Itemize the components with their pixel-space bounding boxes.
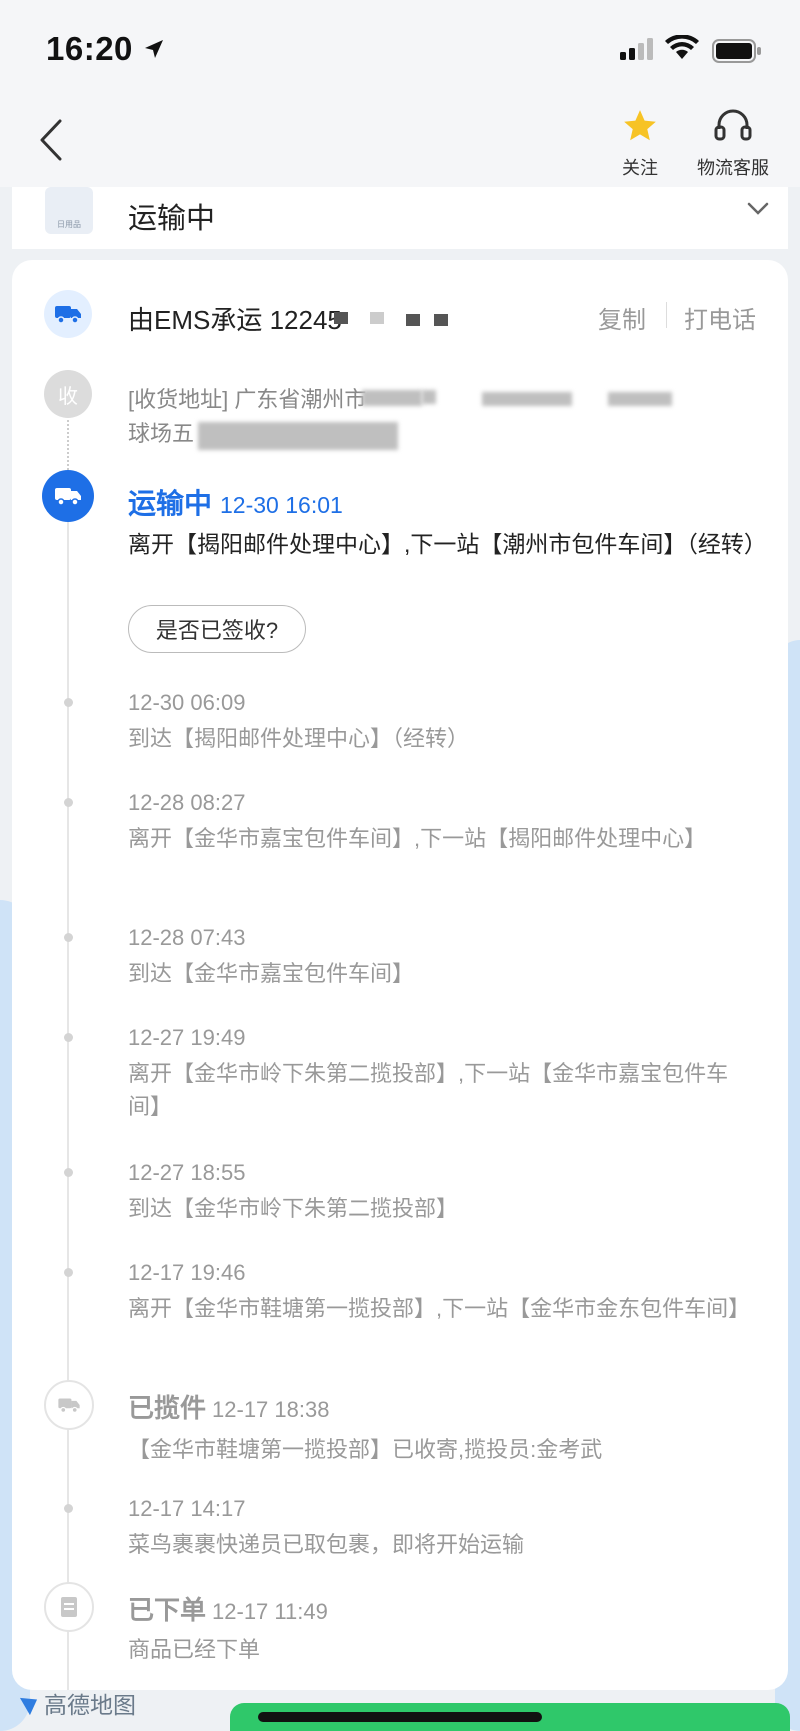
event-time: 12-28 08:27 [128,790,246,815]
tracking-card: 由EMS承运 12245 复制 打电话 收 [收货地址] 广东省潮州市 球场五 … [12,260,788,1690]
event-desc: 离开【金华市嘉宝包件车间】,下一站【揭阳邮件处理中心】 [128,826,707,851]
event-desc: 离开【金华市鞋塘第一揽投部】,下一站【金华市金东包件车间】 [128,1296,751,1321]
carrier-tracking-text: 由EMS承运 12245 [128,305,342,335]
wifi-icon [665,35,699,59]
event-desc: 菜鸟裹裹快递员已取包裹，即将开始运输 [128,1532,525,1557]
follow-label: 关注 [622,158,658,178]
confirm-received-button[interactable]: 是否已签收? [128,605,306,653]
order-milestone-icon [44,1582,94,1632]
timeline-dot [64,698,73,707]
address-redacted [608,392,672,406]
event-time: 12-17 14:17 [128,1496,246,1521]
timeline-dot [64,1504,73,1513]
current-status-time: 12-30 16:01 [220,492,343,518]
timeline-dot [64,1268,73,1277]
pickup-milestone-icon [44,1380,94,1430]
status-bar: 16:20 [0,0,800,95]
pickup-title: 已揽件 [128,1393,207,1423]
nav-bar: 关注 物流客服 [0,95,800,187]
current-status-label: 运输中 [128,488,213,519]
home-indicator [258,1712,542,1722]
address-badge: 收 [44,370,92,418]
pickup-desc: 【金华市鞋塘第一揽投部】已收寄,揽投员:金考武 [128,1437,603,1462]
address-connector [67,420,69,470]
truck-icon [55,488,81,506]
address-line-1: [收货地址] 广东省潮州市 [128,387,367,412]
event-desc: 到达【金华市岭下朱第二揽投部】 [128,1196,459,1221]
carrier-icon [44,290,92,338]
call-button[interactable]: 打电话 [684,300,756,335]
current-status: 运输中 12-30 16:01 [128,482,343,522]
location-arrow-icon [145,40,163,58]
timeline-event: 12-17 19:46 离开【金华市鞋塘第一揽投部】,下一站【金华市金东包件车间… [128,1258,758,1325]
redacted-tracking [434,314,448,326]
address-redacted [422,390,436,404]
event-desc: 到达【金华市嘉宝包件车间】 [128,961,415,986]
order-time: 12-17 11:49 [212,1599,328,1624]
timeline-dot [64,933,73,942]
timeline-event: 12-27 18:55 到达【金华市岭下朱第二揽投部】 [128,1158,758,1225]
redacted-tracking [406,314,420,326]
current-status-desc: 离开【揭阳邮件处理中心】,下一站【潮州市包件车间】（经转） [128,531,767,557]
star-icon [624,110,656,141]
follow-button[interactable]: 关注 [600,107,680,180]
address-redacted [198,422,398,450]
order-milestone: 已下单 12-17 11:49 [128,1590,328,1627]
stage-header[interactable]: 日用品 运输中 [12,187,788,249]
redacted-tracking [370,312,384,324]
cellular-signal-icon [620,38,653,60]
current-status-icon [42,470,94,522]
order-title: 已下单 [128,1595,207,1625]
timeline-event: 12-28 08:27 离开【金华市嘉宝包件车间】,下一站【揭阳邮件处理中心】 [128,788,758,855]
event-time: 12-28 07:43 [128,925,246,950]
event-desc: 到达【揭阳邮件处理中心】（经转） [128,726,470,751]
copy-button[interactable]: 复制 [598,300,646,335]
timeline-event: 12-17 14:17 菜鸟裹裹快递员已取包裹，即将开始运输 [128,1494,758,1561]
back-chevron-icon[interactable] [36,117,64,163]
order-desc: 商品已经下单 [128,1637,261,1662]
pickup-milestone: 已揽件 12-17 18:38 [128,1388,329,1425]
address-redacted [362,390,422,406]
status-time: 16:20 [46,30,133,67]
logistics-service-button[interactable]: 物流客服 [690,107,776,180]
map-logo: 高德地图 [19,1686,136,1720]
timeline-dot [64,798,73,807]
event-time: 12-30 06:09 [128,690,246,715]
timeline-dot [64,1033,73,1042]
timeline-line [67,520,69,1690]
battery-icon [712,39,761,63]
chevron-down-icon[interactable] [746,201,770,217]
timeline-event: 12-28 07:43 到达【金华市嘉宝包件车间】 [128,923,758,990]
address-line-2: 球场五 [128,421,195,446]
action-divider [666,302,667,328]
address-redacted [482,392,572,406]
event-time: 12-27 18:55 [128,1160,246,1185]
stage-title: 运输中 [128,203,216,235]
timeline-dot [64,1168,73,1177]
document-icon [61,1597,77,1617]
pickup-time: 12-17 18:38 [212,1397,330,1422]
truck-icon [58,1398,80,1413]
truck-icon [55,306,81,324]
thumbnail-label: 日用品 [57,220,81,229]
timeline-event: 12-27 19:49 离开【金华市岭下朱第二揽投部】,下一站【金华市嘉宝包件车… [128,1023,758,1123]
service-label: 物流客服 [697,158,769,178]
redacted-tracking [334,312,348,324]
product-thumbnail: 日用品 [45,187,93,234]
event-time: 12-17 19:46 [128,1260,246,1285]
headset-icon [714,109,752,141]
event-desc: 离开【金华市岭下朱第二揽投部】,下一站【金华市嘉宝包件车间】 [128,1061,729,1119]
event-time: 12-27 19:49 [128,1025,246,1050]
map-logo-text: 高德地图 [44,1692,136,1718]
timeline-event: 12-30 06:09 到达【揭阳邮件处理中心】（经转） [128,688,758,755]
map-logo-icon [19,1690,43,1716]
